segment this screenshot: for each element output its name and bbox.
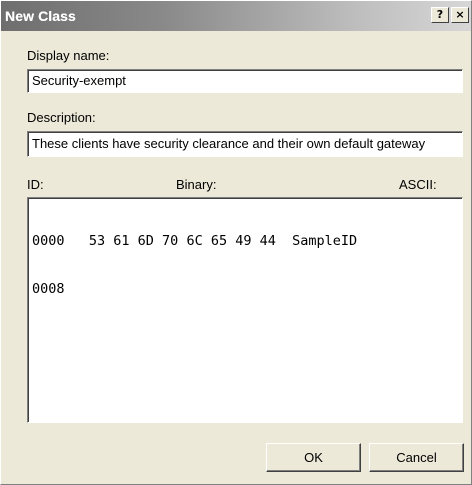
binary-column-label: Binary:	[176, 177, 217, 192]
title-bar[interactable]: New Class ? ×	[1, 1, 471, 31]
help-button[interactable]: ?	[431, 7, 449, 23]
description-input[interactable]: These clients have security clearance an…	[27, 131, 463, 157]
display-name-label: Display name:	[27, 48, 110, 63]
window-title: New Class	[5, 8, 76, 24]
display-name-input[interactable]: Security-exempt	[27, 69, 463, 93]
hex-row-address: 0008	[32, 281, 65, 297]
cancel-button[interactable]: Cancel	[369, 443, 464, 472]
new-class-dialog: New Class ? × Display name: Security-exe…	[0, 0, 472, 485]
id-column-label: ID:	[27, 177, 44, 192]
hex-row-ascii: SampleID	[292, 233, 358, 249]
hex-row: 0008	[32, 281, 458, 297]
description-label: Description:	[27, 110, 96, 125]
ok-button[interactable]: OK	[266, 443, 361, 472]
hex-row-address: 0000	[32, 233, 65, 249]
ascii-column-label: ASCII:	[399, 177, 437, 192]
hex-row-bytes: 53 61 6D 70 6C 65 49 44	[88, 233, 276, 249]
binary-data-editor[interactable]: 0000 53 61 6D 70 6C 65 49 44 SampleID 00…	[27, 197, 463, 423]
hex-row: 0000 53 61 6D 70 6C 65 49 44 SampleID	[32, 233, 458, 249]
close-button[interactable]: ×	[451, 7, 469, 23]
